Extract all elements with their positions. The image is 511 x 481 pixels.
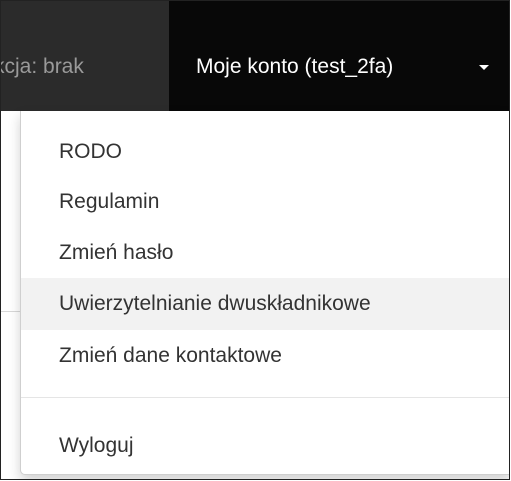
nav-context-item[interactable]: kcja: brak [1, 1, 169, 111]
account-dropdown-toggle[interactable]: Moje konto (test_2fa) [169, 1, 509, 111]
caret-down-icon [479, 65, 489, 70]
menu-item-label: Regulamin [59, 190, 160, 213]
menu-item-label: RODO [59, 140, 122, 163]
menu-item-label: Uwierzytelnianie dwuskładnikowe [59, 292, 371, 315]
window-frame: kcja: brak Moje konto (test_2fa) RODO Re… [0, 0, 510, 480]
top-navbar: kcja: brak Moje konto (test_2fa) [1, 1, 509, 111]
menu-item-regulamin[interactable]: Regulamin [21, 176, 509, 228]
menu-item-label: Zmień dane kontaktowe [59, 344, 282, 367]
menu-item-label: Wyloguj [59, 434, 134, 457]
page-divider-fragment [1, 311, 21, 312]
menu-item-change-contact-data[interactable]: Zmień dane kontaktowe [21, 330, 509, 382]
account-dropdown-menu: RODO Regulamin Zmień hasło Uwierzytelnia… [20, 111, 509, 475]
menu-item-logout[interactable]: Wyloguj [21, 420, 509, 472]
menu-item-two-factor-auth[interactable]: Uwierzytelnianie dwuskładnikowe [21, 278, 509, 330]
account-label: Moje konto (test_2fa) [196, 55, 394, 78]
page-background [1, 111, 21, 479]
menu-item-change-password[interactable]: Zmień hasło [21, 227, 509, 279]
menu-divider [21, 397, 509, 398]
menu-item-rodo[interactable]: RODO [21, 126, 509, 178]
nav-context-text: kcja: brak [1, 55, 84, 78]
menu-item-label: Zmień hasło [59, 241, 174, 264]
